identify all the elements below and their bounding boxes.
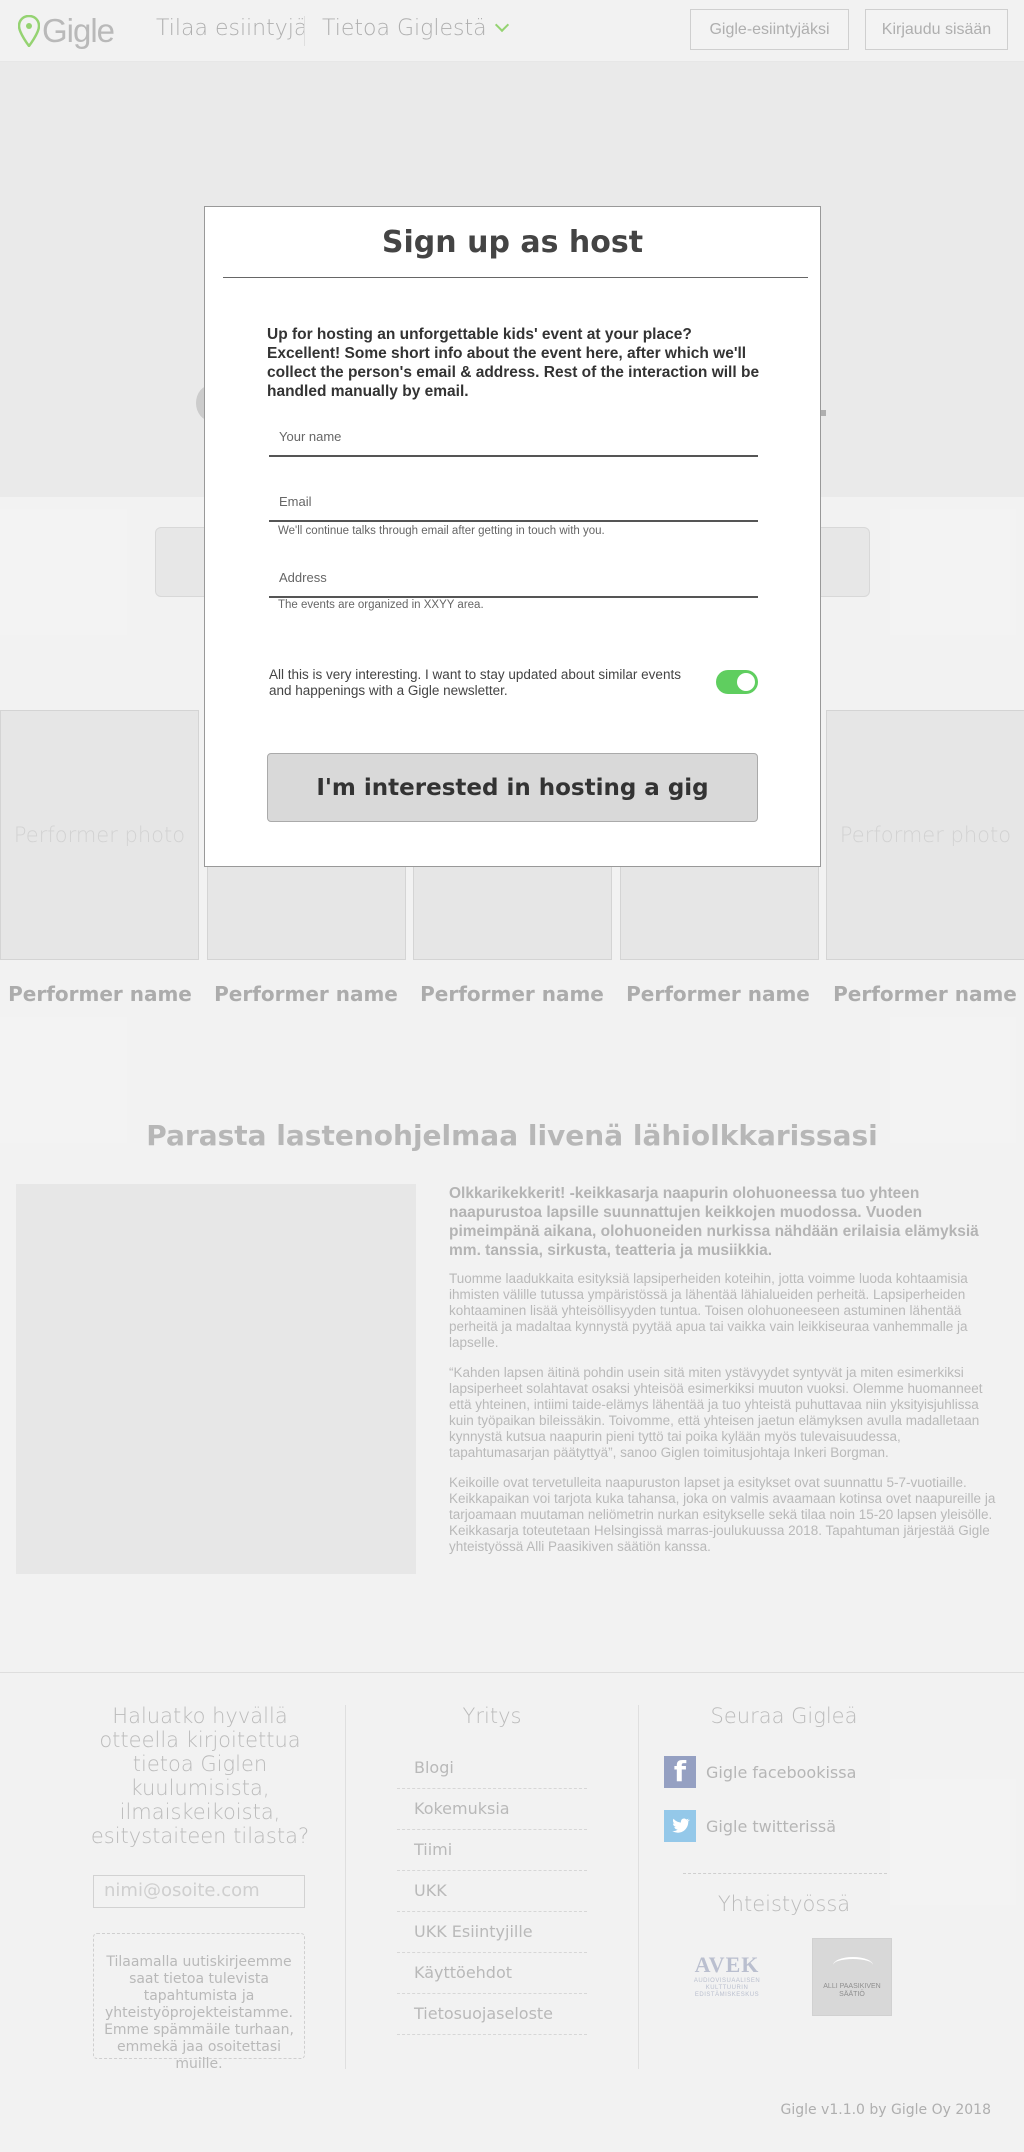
newsletter-toggle[interactable] (716, 670, 758, 694)
email-field[interactable]: Email (269, 484, 758, 522)
email-help-text: We'll continue talks through email after… (278, 525, 605, 537)
modal-title: Sign up as host (381, 225, 644, 260)
modal-intro: Up for hosting an unforgettable kids' ev… (267, 326, 760, 400)
signup-host-modal: Sign up as host Up for hosting an unforg… (204, 206, 821, 867)
address-field[interactable]: Address (269, 560, 758, 598)
modal-title-divider (223, 277, 808, 278)
name-field[interactable]: Your name (269, 419, 758, 457)
address-help-text: The events are organized in XXYY area. (278, 599, 484, 611)
newsletter-consent-label: All this is very interesting. I want to … (269, 667, 681, 698)
host-gig-submit-button[interactable]: I'm interested in hosting a gig (267, 753, 758, 822)
